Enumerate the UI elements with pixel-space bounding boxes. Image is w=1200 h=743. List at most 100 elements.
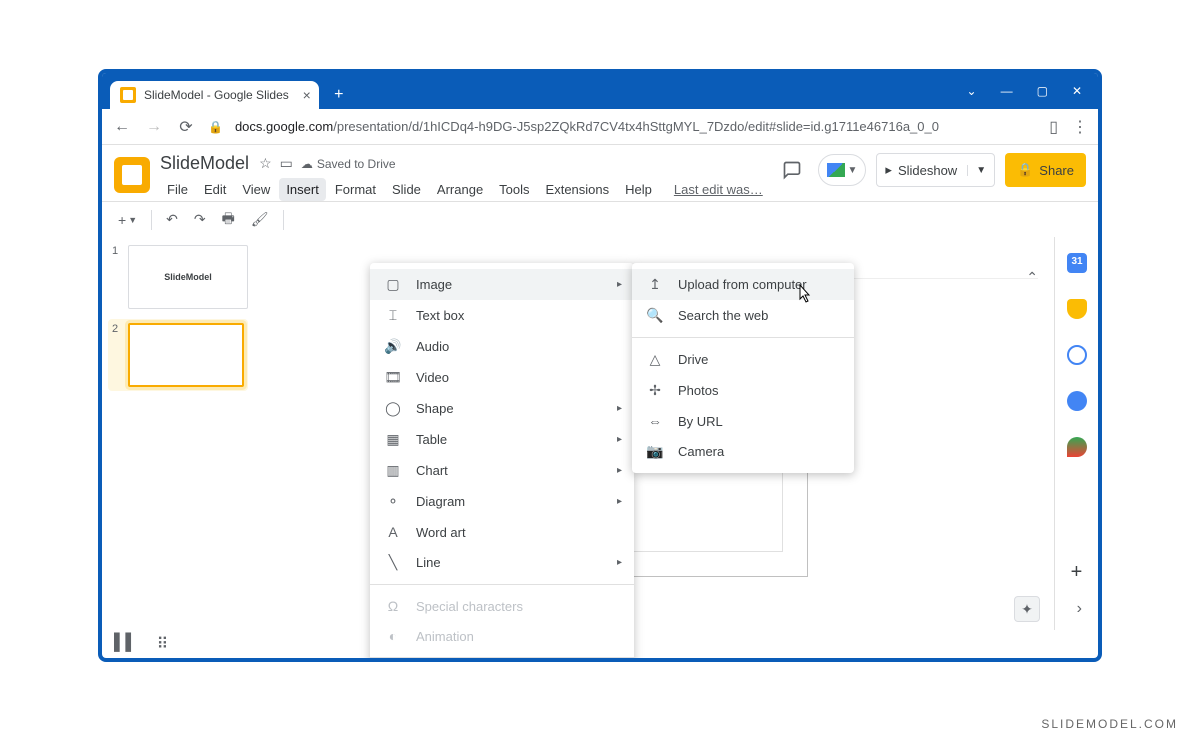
image-submenu: ↥ Upload from computer 🔍Search the web △Dri… (632, 263, 854, 473)
insert-audio[interactable]: 🔊Audio (370, 331, 634, 362)
redo-button[interactable]: ↷ (188, 207, 212, 232)
menu-help[interactable]: Help (618, 178, 659, 201)
share-button[interactable]: 🔒 Share (1005, 153, 1086, 187)
contacts-icon[interactable] (1067, 391, 1087, 411)
menu-slide[interactable]: Slide (385, 178, 428, 201)
menu-item-label: Shape (416, 401, 454, 416)
browser-tab[interactable]: SlideModel - Google Slides × (110, 81, 319, 109)
caret-down-icon[interactable]: ▼ (967, 165, 986, 176)
menu-edit[interactable]: Edit (197, 178, 233, 201)
photos-icon: ✢ (646, 382, 664, 399)
show-side-panel-icon[interactable]: › (1077, 600, 1082, 618)
submenu-arrow-icon: ▸ (617, 557, 622, 568)
text-box-icon: ⌶ (384, 307, 402, 324)
grid-view-icon[interactable]: ⠿ (157, 634, 169, 654)
menu-view[interactable]: View (235, 178, 277, 201)
menu-item-label: Text box (416, 308, 464, 323)
image-photos[interactable]: ✢Photos (632, 375, 854, 406)
move-icon[interactable]: ▭ (280, 155, 293, 172)
tasks-icon[interactable] (1067, 345, 1087, 365)
menu-item-label: Image (416, 277, 452, 292)
image-camera[interactable]: 📷Camera (632, 436, 854, 467)
image-upload-from-computer[interactable]: ↥ Upload from computer (632, 269, 854, 300)
upload-from-computer-icon: ↥ (646, 276, 664, 293)
explore-button[interactable]: ✦ (1014, 596, 1040, 622)
paint-format-button[interactable]: 🖌 (245, 207, 275, 232)
slides-logo[interactable] (114, 157, 150, 193)
insert-text-box[interactable]: ⌶ Text box (370, 300, 634, 331)
menu-format[interactable]: Format (328, 178, 383, 201)
menu-insert[interactable]: Insert (279, 178, 326, 201)
insert-shape[interactable]: ◯ Shape ▸ (370, 393, 634, 424)
forward-icon[interactable]: → (144, 118, 164, 136)
animation-icon: ◐ (384, 628, 402, 644)
menu-item-label: By URL (678, 414, 723, 429)
last-edit-link[interactable]: Last edit was… (667, 178, 770, 201)
side-panel: 31 + (1054, 237, 1098, 630)
document-title[interactable]: SlideModel (160, 153, 249, 174)
menu-tools[interactable]: Tools (492, 178, 536, 201)
insert-special-characters: Ω Special characters (370, 591, 634, 621)
submenu-arrow-icon: ▸ (617, 403, 622, 414)
chevron-down-icon[interactable]: ⌄ (967, 84, 977, 98)
image-drive[interactable]: △Drive (632, 344, 854, 375)
slide-thumbnail[interactable]: SlideModel (128, 245, 248, 309)
comment-history-icon[interactable] (776, 154, 808, 186)
slide-number: 2 (112, 323, 122, 387)
saved-status: Saved to Drive (317, 157, 396, 171)
insert-image[interactable]: ▢Image▸ (370, 269, 634, 300)
menu-item-label: Special characters (416, 599, 523, 614)
meet-button[interactable]: ▼ (818, 154, 866, 186)
insert-line[interactable]: ╲Line▸ (370, 547, 634, 578)
url-field[interactable]: docs.google.com/presentation/d/1hICDq4-h… (235, 119, 1037, 134)
image-by-url[interactable]: ⇔By URL (632, 406, 854, 436)
menu-arrange[interactable]: Arrange (430, 178, 490, 201)
submenu-arrow-icon: ▸ (617, 496, 622, 507)
add-panel-icon[interactable]: + (1071, 561, 1083, 584)
maps-icon[interactable] (1067, 437, 1087, 457)
close-tab-icon[interactable]: × (303, 87, 311, 103)
app-header: SlideModel ☆ ▭ ☁ Saved to Drive FileEditV… (102, 145, 1098, 201)
window-controls: ⌄ — ▢ ✕ (967, 84, 1098, 98)
table-icon: ▦ (384, 431, 402, 448)
insert-menu-dropdown: ▢Image▸ ⌶ Text box 🔊Audio🎞Video ◯ Shape ▸ ▦Tabl… (370, 263, 634, 662)
insert-word-art[interactable]: AWord art (370, 517, 634, 547)
shape-icon: ◯ (384, 400, 402, 417)
menu-item-label: Chart (416, 463, 448, 478)
lock-icon[interactable]: 🔒 (208, 120, 223, 134)
calendar-icon[interactable]: 31 (1067, 253, 1087, 273)
filmstrip-view-icon[interactable]: ▌▌ (114, 634, 137, 654)
slide-thumbnail[interactable] (128, 323, 244, 387)
print-button[interactable]: 🖶 (216, 204, 241, 236)
menu-item-label: Audio (416, 339, 449, 354)
star-icon[interactable]: ☆ (259, 155, 272, 172)
insert-animation: ◐Animation (370, 621, 634, 651)
cloud-icon[interactable]: ☁ (301, 157, 313, 171)
special-characters-icon: Ω (384, 598, 402, 614)
meet-icon (827, 163, 845, 177)
menu-file[interactable]: File (160, 178, 195, 201)
slideshow-button[interactable]: ▸ Slideshow ▼ (876, 153, 995, 187)
image-search-the-web[interactable]: 🔍Search the web (632, 300, 854, 331)
reader-mode-icon[interactable]: ▯ (1049, 117, 1058, 137)
new-slide-button[interactable]: +▼ (112, 208, 143, 232)
search-the-web-icon: 🔍 (646, 307, 664, 324)
chart-icon: ▥ (384, 462, 402, 479)
close-window-icon[interactable]: ✕ (1072, 84, 1082, 98)
reload-icon[interactable]: ⟳ (176, 117, 196, 137)
insert-table[interactable]: ▦Table▸ (370, 424, 634, 455)
collapse-icon[interactable]: ⌃ (1026, 269, 1038, 286)
browser-menu-icon[interactable]: ⋮ (1072, 117, 1088, 137)
insert-video[interactable]: 🎞Video (370, 362, 634, 393)
slides-favicon (120, 87, 136, 103)
minimize-icon[interactable]: — (1001, 84, 1013, 98)
keep-icon[interactable] (1067, 299, 1087, 319)
maximize-icon[interactable]: ▢ (1037, 84, 1048, 98)
menu-extensions[interactable]: Extensions (539, 178, 617, 201)
insert-chart[interactable]: ▥Chart▸ (370, 455, 634, 486)
new-tab-button[interactable]: + (325, 81, 353, 109)
back-icon[interactable]: ← (112, 118, 132, 136)
insert-diagram[interactable]: ⚬Diagram▸ (370, 486, 634, 517)
undo-button[interactable]: ↶ (160, 207, 184, 232)
menu-item-label: Upload from computer (678, 277, 807, 292)
